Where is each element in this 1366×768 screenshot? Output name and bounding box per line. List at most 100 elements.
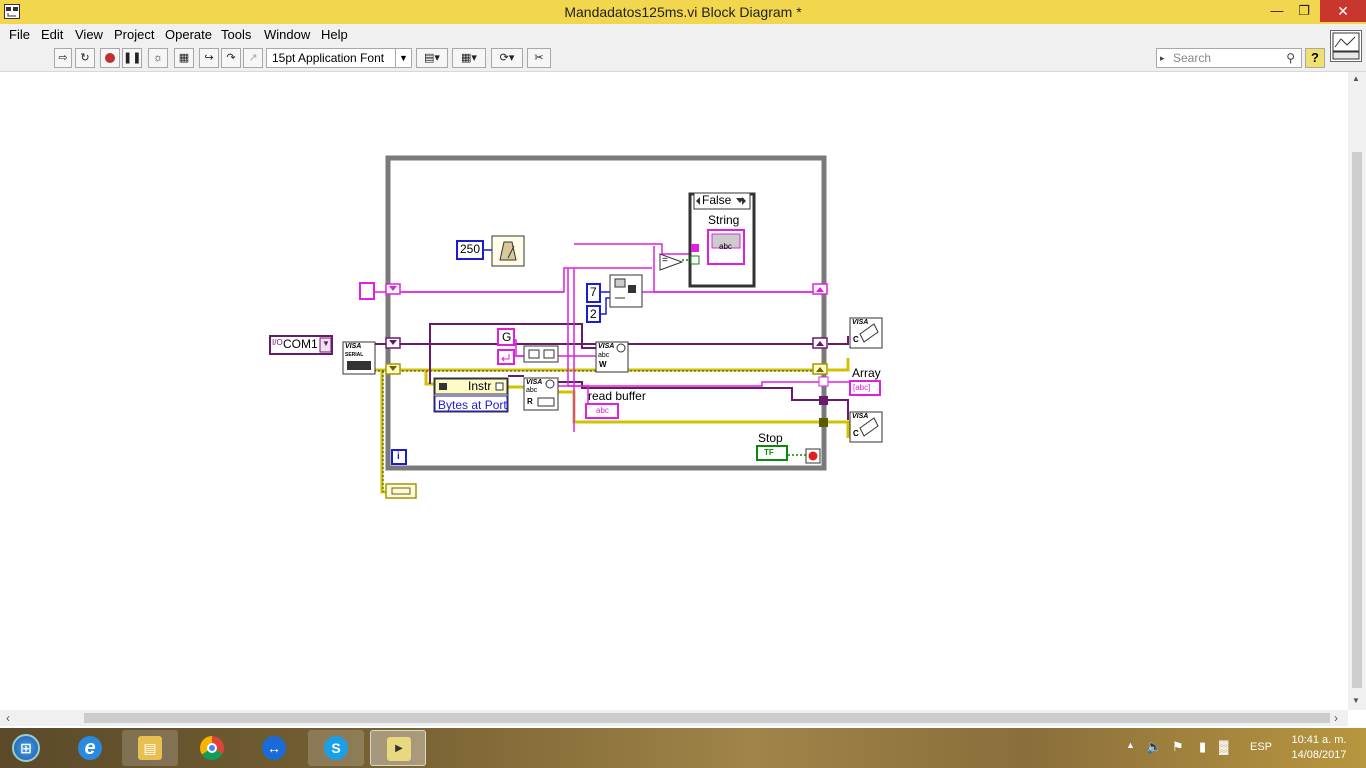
menu-window[interactable]: Window (264, 27, 310, 42)
visa-close-letter-1: C (853, 335, 859, 344)
toolbar: ⇨ ↻ ❚❚ ☼ ▦ ↪ ↷ ↗ 15pt Application Font ▼… (0, 44, 1366, 72)
teamviewer-button[interactable]: ↔ (246, 730, 302, 766)
retain-wire-values-icon[interactable]: ▦ (174, 48, 194, 68)
maximize-button[interactable]: ❐ (1292, 0, 1316, 22)
clock-date: 14/08/2017 (1291, 749, 1347, 761)
window-title: Mandadatos125ms.vi Block Diagram * (564, 4, 802, 20)
case-selector-label[interactable]: False (702, 193, 731, 207)
wait-ms-icon (491, 235, 525, 267)
step-into-icon[interactable]: ↪ (199, 48, 219, 68)
run-continuously-icon[interactable]: ↻ (75, 48, 95, 68)
help-button[interactable]: ? (1305, 48, 1325, 68)
abort-icon[interactable] (100, 48, 120, 68)
property-node-class[interactable]: Instr (468, 379, 491, 393)
labview-icon: ▶ (387, 737, 411, 761)
language-indicator[interactable]: ESP (1250, 741, 1272, 753)
labview-button[interactable]: ▶ (370, 730, 426, 766)
menu-help[interactable]: Help (321, 27, 348, 42)
string-indicator-label: String (708, 213, 740, 227)
chrome-icon (200, 736, 224, 760)
char-constant-g[interactable]: G (502, 330, 511, 344)
concatenate-strings-icon (523, 345, 559, 363)
visa-write-text: VISA (598, 343, 615, 350)
menu-view[interactable]: View (75, 27, 103, 42)
property-node-property[interactable]: Bytes at Port (438, 398, 507, 412)
numeric-constant-7[interactable]: 7 (590, 285, 597, 299)
chevron-down-icon: ▼ (395, 49, 411, 67)
run-arrow-icon[interactable]: ⇨ (54, 48, 72, 68)
skype-button[interactable]: S (308, 730, 364, 766)
wait-constant-value[interactable]: 250 (460, 242, 480, 256)
menu-tools[interactable]: Tools (221, 27, 251, 42)
action-center-flag-icon[interactable]: ⚑ (1172, 739, 1184, 755)
visa-read-abc: abc (526, 387, 538, 394)
vertical-scroll-thumb[interactable] (1352, 152, 1362, 688)
block-diagram-canvas[interactable]: False String abc 250 I/O COM1 ▼ 7 2 G In… (2, 72, 1348, 710)
network-signal-icon[interactable]: ▓ (1219, 739, 1228, 754)
tray-expand-icon[interactable]: ▲ (1126, 740, 1135, 750)
step-out-icon[interactable]: ↗ (243, 48, 263, 68)
visa-close-text-1: VISA (852, 319, 869, 326)
minimize-button[interactable]: — (1266, 0, 1288, 22)
vi-icon-connector-pane[interactable] (1330, 30, 1362, 62)
chevron-down-icon[interactable]: ▼ (322, 339, 330, 348)
menu-file[interactable]: File (9, 27, 30, 42)
error-out-indicator-icon (385, 483, 417, 499)
scroll-down-icon[interactable]: ▼ (1352, 696, 1360, 705)
scroll-right-icon[interactable]: › (1334, 711, 1338, 725)
file-explorer-icon: ▤ (138, 736, 162, 760)
visa-read-text: VISA (526, 379, 543, 386)
system-clock[interactable]: 10:41 a. m. 14/08/2017 (1284, 733, 1354, 763)
visa-serial-text: VISA (345, 343, 362, 350)
stop-label: Stop (758, 431, 783, 445)
cleanup-icon[interactable]: ✂ (527, 48, 551, 68)
distribute-icon[interactable]: ▦▾ (452, 48, 486, 68)
search-placeholder: Search (1173, 51, 1212, 65)
scroll-left-icon[interactable]: ‹ (6, 711, 10, 725)
horizontal-scroll-thumb[interactable] (84, 713, 1330, 723)
search-input[interactable]: ▸ Search ⚲ (1156, 48, 1302, 68)
close-button[interactable]: ✕ (1320, 0, 1366, 22)
visa-close-text-2: VISA (852, 413, 869, 420)
battery-icon[interactable]: ▮ (1199, 739, 1206, 755)
windows-start-icon: ⊞ (12, 734, 40, 762)
internet-explorer-icon: e (78, 736, 102, 760)
visa-read-letter: R (527, 397, 533, 406)
font-select[interactable]: 15pt Application Font ▼ (266, 48, 412, 68)
title-bar: Mandadatos125ms.vi Block Diagram * — ❐ ✕ (0, 0, 1366, 24)
visa-close-letter-2: C (853, 429, 859, 438)
chrome-button[interactable] (184, 730, 240, 766)
scroll-up-icon[interactable]: ▲ (1352, 74, 1360, 83)
vertical-scrollbar[interactable]: ▲ ▼ (1348, 72, 1366, 710)
search-icon: ⚲ (1286, 51, 1295, 65)
menu-operate[interactable]: Operate (165, 27, 212, 42)
search-dropdown-icon: ▸ (1160, 53, 1165, 63)
menu-project[interactable]: Project (114, 27, 154, 42)
visa-write-letter: W (599, 360, 607, 369)
volume-icon[interactable]: 🔈 (1146, 739, 1162, 755)
horizontal-scrollbar[interactable]: ‹ › (0, 710, 1348, 726)
diagram-wires (269, 155, 883, 499)
font-select-value: 15pt Application Font (272, 51, 385, 65)
return-char-constant-icon (497, 349, 515, 365)
align-icon[interactable]: ▤▾ (416, 48, 448, 68)
menu-edit[interactable]: Edit (41, 27, 63, 42)
visa-resource-prefix: I/O (272, 338, 283, 347)
file-explorer-button[interactable]: ▤ (122, 730, 178, 766)
array-label: Array (852, 366, 881, 380)
com-constant-value[interactable]: COM1 (283, 337, 318, 351)
internet-explorer-button[interactable]: e (62, 730, 118, 766)
vi-icon (1332, 32, 1360, 60)
array-terminal-text: [abc] (853, 383, 871, 392)
pause-icon[interactable]: ❚❚ (122, 48, 142, 68)
reorder-icon[interactable]: ⟳▾ (491, 48, 523, 68)
skype-icon: S (324, 736, 348, 760)
read-buffer-terminal-text: abc (596, 406, 609, 415)
numeric-constant-2[interactable]: 2 (590, 307, 597, 321)
highlight-execution-icon[interactable]: ☼ (148, 48, 168, 68)
string-control-icon (359, 282, 375, 300)
read-buffer-label: read buffer (588, 389, 646, 403)
string-terminal-text: abc (719, 242, 732, 251)
step-over-icon[interactable]: ↷ (221, 48, 241, 68)
start-button[interactable]: ⊞ (0, 730, 56, 766)
